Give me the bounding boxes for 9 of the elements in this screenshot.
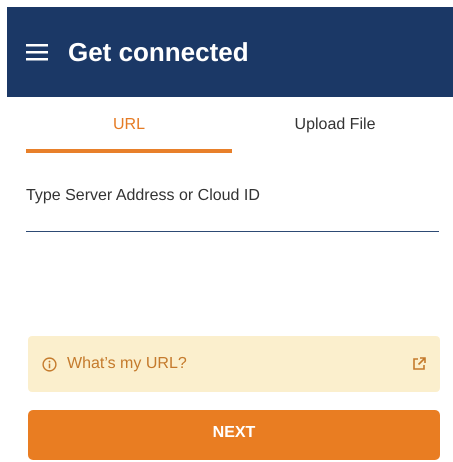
info-icon [42, 356, 57, 372]
help-link[interactable]: What’s my URL? [28, 336, 440, 392]
next-button[interactable]: NEXT [28, 410, 440, 460]
external-link-icon [412, 357, 426, 371]
tab[interactable]: Upload File [232, 109, 438, 153]
server-address-field[interactable]: Type Server Address or Cloud ID [26, 179, 439, 232]
menu-icon[interactable] [26, 43, 48, 61]
page-title: Get connected [68, 36, 249, 68]
tab[interactable]: URL [26, 109, 232, 153]
